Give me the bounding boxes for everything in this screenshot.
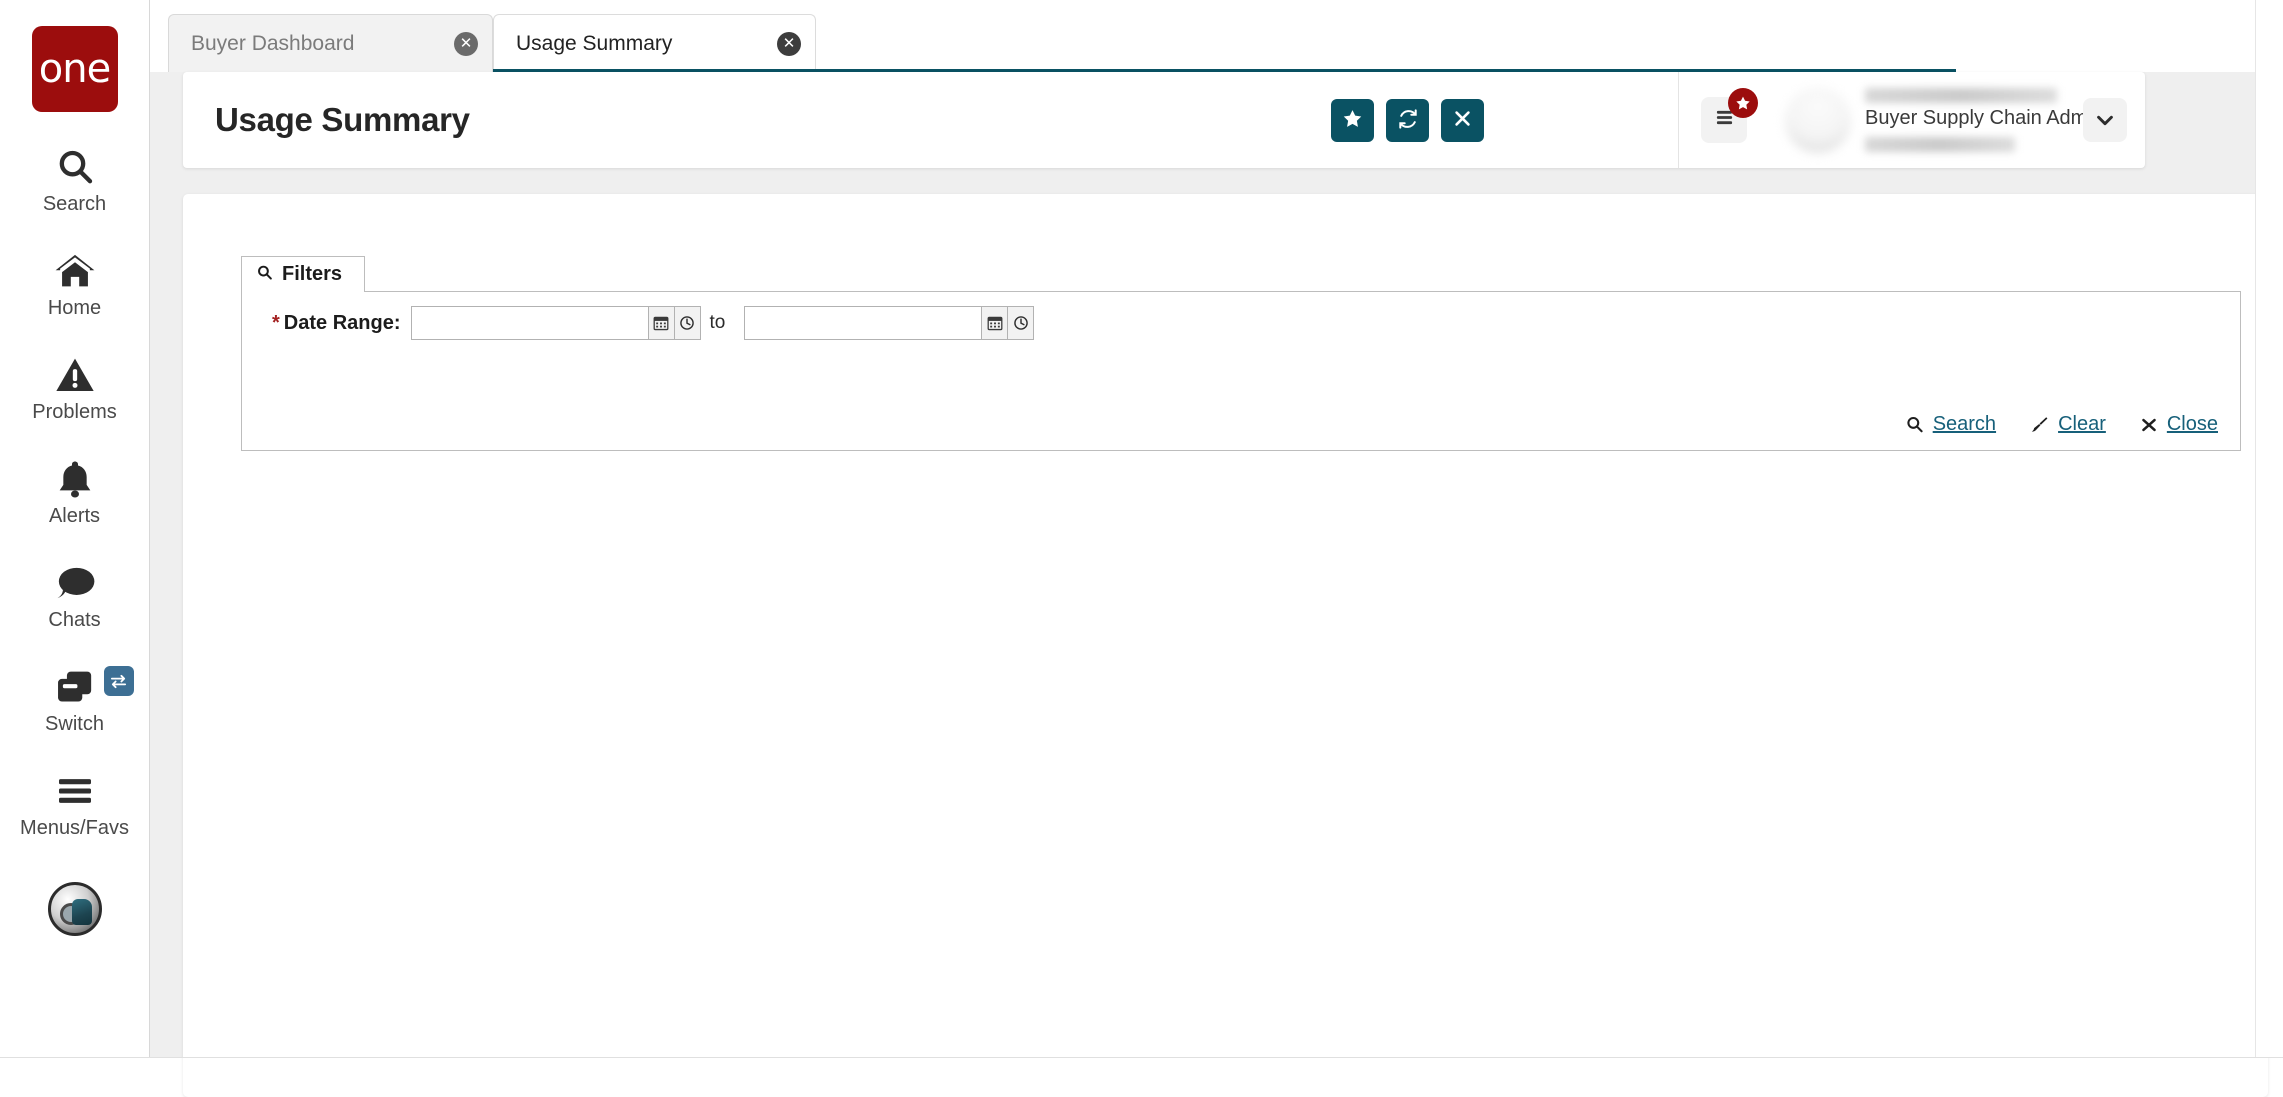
date-range-to-field	[744, 306, 1034, 340]
refresh-button[interactable]	[1386, 99, 1429, 142]
tab-label: Usage Summary	[516, 32, 672, 56]
search-icon	[55, 146, 95, 188]
search-link[interactable]: Search	[1905, 413, 1996, 436]
sidebar-item-label: Problems	[32, 401, 116, 424]
sidebar-item-chats[interactable]: Chats	[0, 562, 150, 632]
sidebar-item-label: Chats	[48, 609, 100, 632]
date-range-from-input[interactable]	[411, 306, 649, 340]
sidebar-item-problems[interactable]: Problems	[0, 354, 150, 424]
right-gutter	[2255, 0, 2283, 1058]
header-user-area: Buyer Supply Chain Admin	[1678, 72, 2145, 168]
avatar[interactable]	[1785, 87, 1851, 153]
broom-icon	[2030, 415, 2049, 434]
left-sidebar: one Search Home Problems	[0, 0, 150, 1058]
sidebar-item-search[interactable]: Search	[0, 146, 150, 216]
date-range-label: *Date Range:	[272, 312, 401, 335]
brand-logo[interactable]: one	[32, 26, 118, 112]
clock-icon[interactable]	[675, 306, 701, 340]
x-icon	[1453, 109, 1472, 131]
hamburger-icon	[55, 770, 95, 812]
date-range-to-input[interactable]	[744, 306, 982, 340]
home-icon	[54, 250, 96, 292]
tab-filters-label: Filters	[282, 263, 342, 286]
user-identity-block[interactable]: Buyer Supply Chain Admin	[1865, 85, 2061, 155]
date-range-label-text: Date Range:	[284, 312, 401, 334]
filters-panel: *Date Range:	[241, 291, 2241, 451]
clear-link-label: Clear	[2058, 413, 2106, 436]
sidebar-item-switch[interactable]: Switch	[0, 666, 150, 736]
warning-triangle-icon	[55, 354, 95, 396]
chat-bubble-icon	[54, 562, 96, 604]
x-icon	[2140, 416, 2158, 434]
user-role: Buyer Supply Chain Admin	[1865, 107, 2061, 130]
page-header: Usage Summary	[183, 72, 2145, 168]
date-range-separator: to	[710, 312, 726, 334]
copy-windows-icon	[54, 666, 96, 708]
close-link[interactable]: Close	[2140, 413, 2218, 436]
sidebar-item-label: Menus/Favs	[20, 817, 129, 840]
sidebar-item-label: Home	[48, 297, 101, 320]
sidebar-item-label: Search	[43, 193, 106, 216]
exchange-arrows-icon[interactable]	[104, 666, 134, 696]
required-asterisk: *	[272, 312, 280, 334]
brand-logo-text: one	[39, 49, 110, 89]
search-link-label: Search	[1933, 413, 1996, 436]
page-title: Usage Summary	[215, 101, 470, 139]
close-circle-icon[interactable]: ✕	[454, 32, 478, 56]
sidebar-item-home[interactable]: Home	[0, 250, 150, 320]
bell-icon	[56, 458, 94, 500]
header-action-buttons	[1331, 99, 1484, 142]
content-panel: Filters *Date Range:	[183, 194, 2268, 1097]
favorite-button[interactable]	[1331, 99, 1374, 142]
close-link-label: Close	[2167, 413, 2218, 436]
user-org-redacted	[1865, 137, 2015, 152]
chevron-down-icon[interactable]	[2083, 98, 2127, 142]
close-circle-icon[interactable]: ✕	[777, 32, 801, 56]
sidebar-item-label: Switch	[45, 713, 104, 736]
sidebar-item-alerts[interactable]: Alerts	[0, 458, 150, 528]
sidebar-item-menus-favs[interactable]: Menus/Favs	[0, 770, 150, 840]
date-range-row: *Date Range:	[242, 292, 2240, 354]
filter-action-links: Search Clear	[1905, 413, 2218, 436]
page-shell: Usage Summary	[150, 72, 2283, 1058]
tab-buyer-dashboard[interactable]: Buyer Dashboard ✕	[168, 14, 493, 72]
calendar-icon[interactable]	[649, 306, 675, 340]
sidebar-item-label: Alerts	[49, 505, 100, 528]
search-icon	[1905, 415, 1924, 434]
user-name-redacted	[1865, 88, 2057, 103]
refresh-icon	[1397, 108, 1419, 133]
tab-filters[interactable]: Filters	[241, 256, 365, 292]
tab-usage-summary[interactable]: Usage Summary ✕	[493, 14, 816, 72]
date-range-from-field	[411, 306, 701, 340]
clear-link[interactable]: Clear	[2030, 413, 2106, 436]
clock-icon[interactable]	[1008, 306, 1034, 340]
close-button[interactable]	[1441, 99, 1484, 142]
tab-label: Buyer Dashboard	[191, 32, 354, 56]
search-icon	[256, 264, 273, 286]
calendar-icon[interactable]	[982, 306, 1008, 340]
bot-avatar-icon[interactable]	[48, 882, 102, 936]
menus-favorites-button[interactable]	[1701, 97, 1747, 143]
browser-tab-strip: Buyer Dashboard ✕ Usage Summary ✕	[150, 0, 2283, 72]
star-icon	[1728, 88, 1758, 118]
star-icon	[1342, 108, 1363, 132]
